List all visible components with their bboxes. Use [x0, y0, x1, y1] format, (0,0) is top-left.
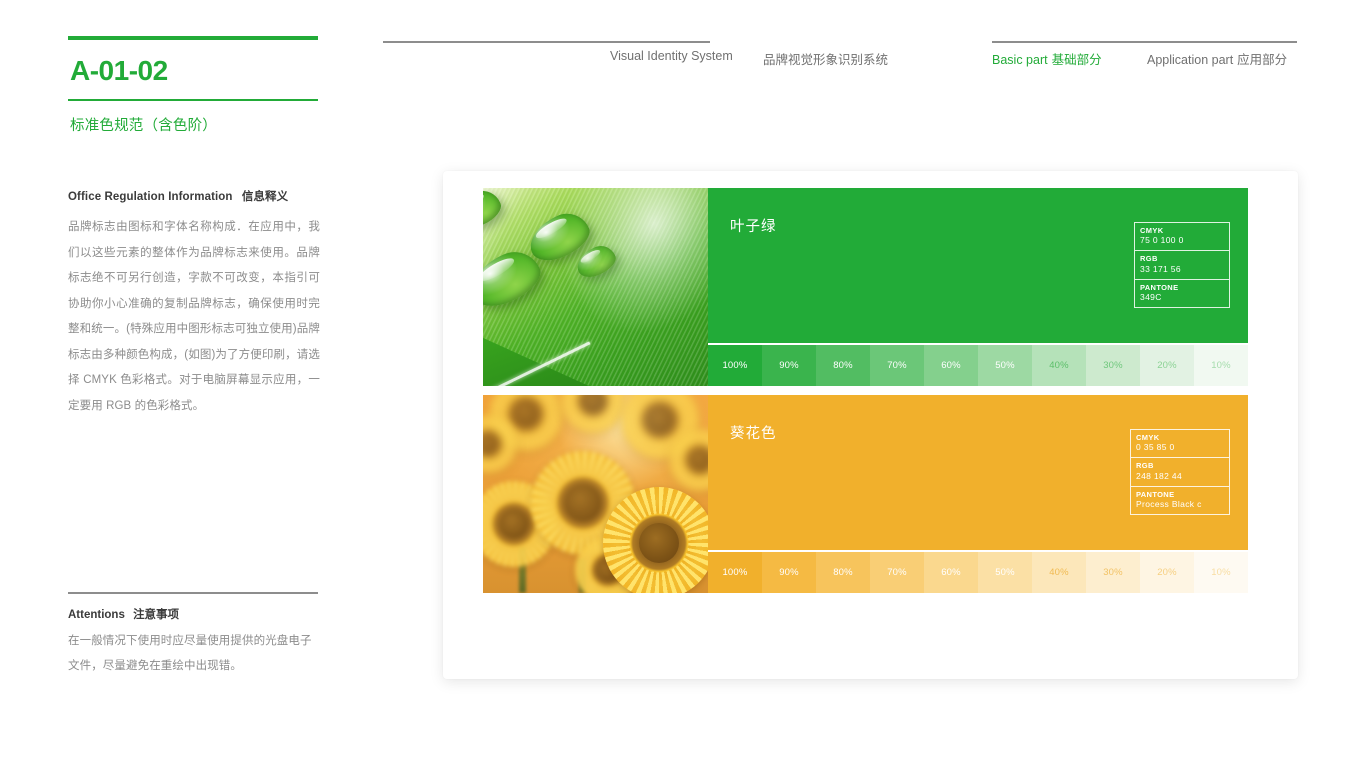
leaf-green-main-fill: 叶子绿 CMYK 75 0 100 0 RGB 33 171 56 PANTON…	[708, 188, 1248, 343]
spec-row-rgb: RGB 33 171 56	[1135, 251, 1229, 280]
spec-value-rgb: 33 171 56	[1140, 263, 1181, 274]
sunflower-spec-box: CMYK 0 35 85 0 RGB 248 182 44 PANTONE Pr…	[1130, 429, 1230, 516]
info-heading-cn: 信息释义	[241, 191, 289, 203]
tint-step-80: 80%	[816, 552, 870, 593]
spec-value-pantone: 349C	[1140, 292, 1162, 303]
leaf-highlight	[522, 188, 708, 364]
attentions-section: Attentions 注意事项 在一般情况下使用时应尽量使用提供的光盘电子文件，…	[68, 592, 318, 680]
tint-step-90: 90%	[762, 552, 816, 593]
spec-row-pantone: PANTONE 349C	[1135, 280, 1229, 307]
tint-step-100: 100%	[708, 552, 762, 593]
spec-value-cmyk: 0 35 85 0	[1136, 442, 1175, 453]
tint-step-30: 30%	[1086, 552, 1140, 593]
tint-step-90: 90%	[762, 345, 816, 386]
tint-step-100: 100%	[708, 345, 762, 386]
info-heading-en: Office Regulation Information	[68, 191, 233, 203]
nav-item-application-part[interactable]: Application part 应用部分	[1147, 49, 1287, 68]
nav-application-label-cn: 应用部分	[1237, 53, 1288, 67]
spec-row-pantone: PANTONE Process Black c	[1131, 487, 1229, 514]
tint-step-60: 60%	[924, 552, 978, 593]
attentions-heading: Attentions 注意事项	[68, 606, 318, 622]
sunflower-main-fill: 葵花色 CMYK 0 35 85 0 RGB 248 182 44 PANTON…	[708, 395, 1248, 550]
spec-label-cmyk: CMYK	[1136, 433, 1160, 442]
tint-step-50: 50%	[978, 552, 1032, 593]
nav-application-label-en: Application part	[1147, 53, 1234, 67]
nav-item-basic-part[interactable]: Basic part 基础部分	[992, 49, 1102, 68]
sunflower-bloom	[561, 395, 625, 433]
leaf-green-spec-box: CMYK 75 0 100 0 RGB 33 171 56 PANTONE 34…	[1134, 222, 1230, 309]
tint-step-70: 70%	[870, 552, 924, 593]
system-title-cn: 品牌视觉形象识别系统	[763, 53, 889, 67]
attentions-heading-en: Attentions	[68, 608, 125, 621]
spec-row-cmyk: CMYK 0 35 85 0	[1131, 430, 1229, 459]
spec-value-rgb: 248 182 44	[1136, 470, 1183, 481]
spec-row-cmyk: CMYK 75 0 100 0	[1135, 223, 1229, 252]
green-rule-top	[68, 36, 318, 40]
swatch-row-sunflower: 葵花色 CMYK 0 35 85 0 RGB 248 182 44 PANTON…	[483, 395, 1248, 593]
page-code: A-01-02	[70, 55, 168, 86]
nav-basic-label-en: Basic part	[992, 53, 1048, 67]
page-title: 标准色规范（含色阶）	[70, 118, 217, 134]
tint-step-50: 50%	[978, 345, 1032, 386]
leaf-edge	[483, 335, 589, 386]
spec-label-cmyk: CMYK	[1140, 226, 1164, 235]
green-rule-bottom	[68, 99, 318, 101]
sunflower-color-block: 葵花色 CMYK 0 35 85 0 RGB 248 182 44 PANTON…	[708, 395, 1248, 593]
sunflower-bloom	[603, 487, 708, 593]
tint-step-20: 20%	[1140, 345, 1194, 386]
sunflower-color-name: 葵花色	[730, 426, 777, 442]
header-navigation: Visual Identity System 品牌视觉形象识别系统 Basic …	[383, 49, 1297, 71]
tint-step-30: 30%	[1086, 345, 1140, 386]
info-heading: Office Regulation Information 信息释义	[68, 188, 320, 204]
sunflower-field-photo	[483, 395, 708, 593]
green-leaf-water-drops-photo	[483, 188, 708, 386]
spec-value-cmyk: 75 0 100 0	[1140, 235, 1184, 246]
sunflower-tint-strip: 100% 90% 80% 70% 60% 50% 40% 30% 20% 10%	[708, 552, 1248, 593]
tint-step-10: 10%	[1194, 345, 1248, 386]
leaf-green-color-name: 叶子绿	[730, 219, 777, 235]
attentions-body-text: 在一般情况下使用时应尽量使用提供的光盘电子文件，尽量避免在重绘中出现错。	[68, 634, 312, 673]
tint-step-40: 40%	[1032, 345, 1086, 386]
spec-label-rgb: RGB	[1140, 254, 1158, 264]
nav-basic-label-cn: 基础部分	[1051, 53, 1102, 67]
tint-step-60: 60%	[924, 345, 978, 386]
office-regulation-information: Office Regulation Information 信息释义 品牌标志由…	[68, 188, 320, 419]
system-title-en: Visual Identity System	[610, 49, 733, 63]
spec-label-pantone: PANTONE	[1140, 282, 1179, 292]
info-body-text: 品牌标志由图标和字体名称构成．在应用中，我们以这些元素的整体作为品牌标志来使用。…	[68, 221, 320, 412]
attentions-heading-cn: 注意事项	[133, 608, 180, 621]
tint-step-80: 80%	[816, 345, 870, 386]
spec-label-rgb: RGB	[1136, 461, 1154, 471]
tint-step-20: 20%	[1140, 552, 1194, 593]
spec-row-rgb: RGB 248 182 44	[1131, 458, 1229, 487]
spec-value-pantone: Process Black c	[1136, 499, 1202, 510]
header-divider-right	[992, 41, 1297, 43]
color-specification-card: 叶子绿 CMYK 75 0 100 0 RGB 33 171 56 PANTON…	[443, 171, 1298, 679]
leaf-green-tint-strip: 100% 90% 80% 70% 60% 50% 40% 30% 20% 10%	[708, 345, 1248, 386]
tint-step-40: 40%	[1032, 552, 1086, 593]
swatch-row-leaf-green: 叶子绿 CMYK 75 0 100 0 RGB 33 171 56 PANTON…	[483, 188, 1248, 386]
header-divider-left	[383, 41, 710, 43]
tint-step-70: 70%	[870, 345, 924, 386]
spec-label-pantone: PANTONE	[1136, 489, 1175, 499]
leaf-green-color-block: 叶子绿 CMYK 75 0 100 0 RGB 33 171 56 PANTON…	[708, 188, 1248, 386]
water-drop	[483, 188, 506, 233]
page-identifier-block: A-01-02 标准色规范（含色阶）	[68, 36, 318, 135]
tint-step-10: 10%	[1194, 552, 1248, 593]
attentions-divider	[68, 592, 318, 594]
